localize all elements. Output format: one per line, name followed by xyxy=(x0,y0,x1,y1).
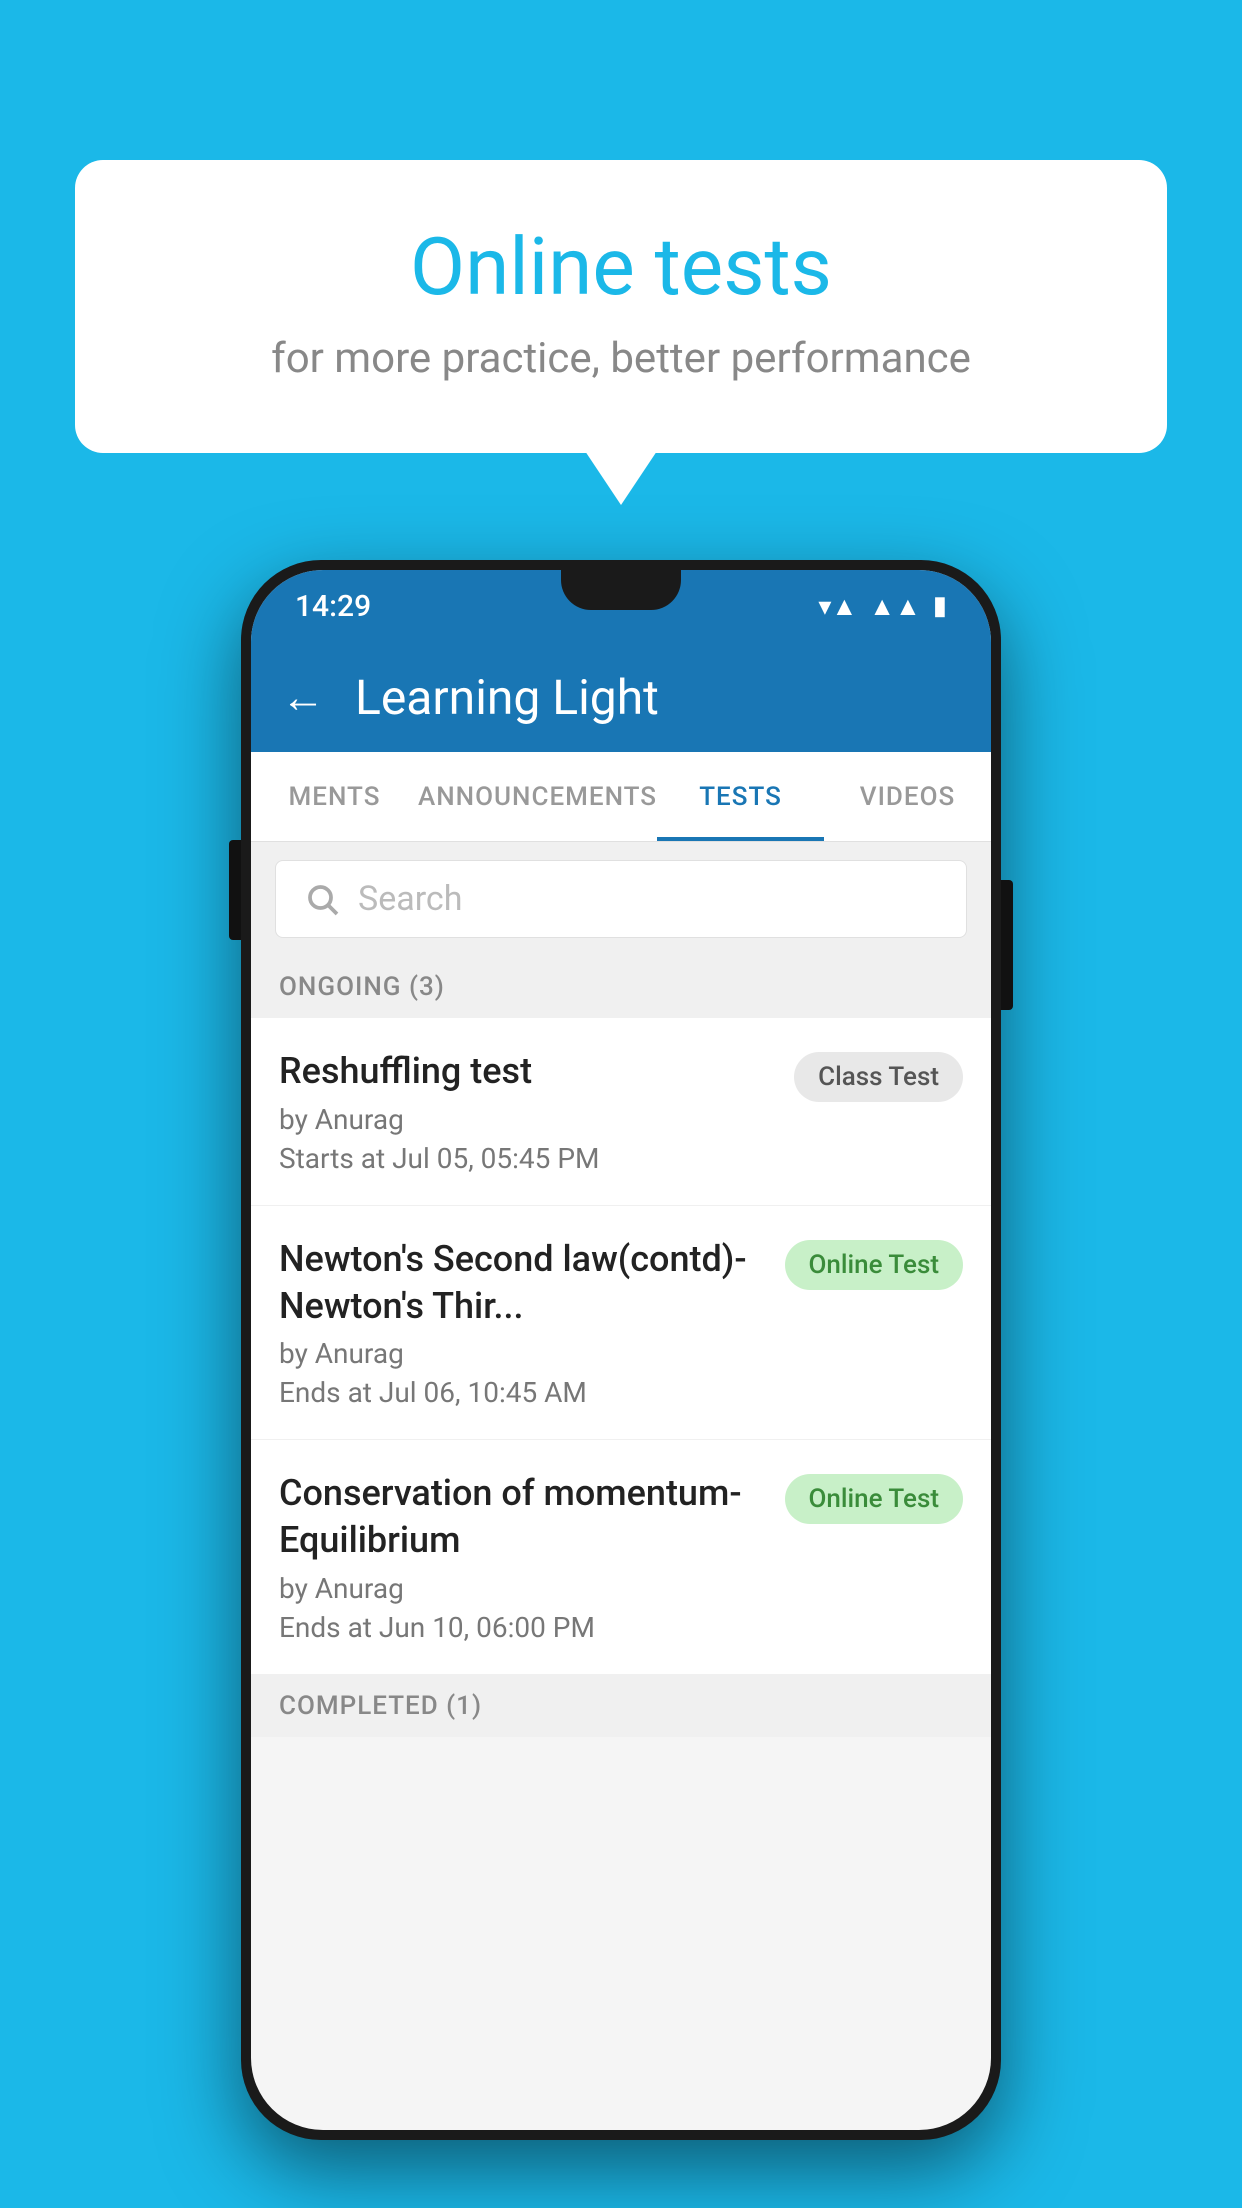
app-bar: ← Learning Light xyxy=(251,642,991,752)
speech-bubble-subtitle: for more practice, better performance xyxy=(155,334,1087,383)
search-icon xyxy=(304,881,340,917)
test-item-2[interactable]: Newton's Second law(contd)-Newton's Thir… xyxy=(251,1206,991,1441)
test-item-1[interactable]: Reshuffling test by Anurag Starts at Jul… xyxy=(251,1018,991,1206)
completed-label: COMPLETED (1) xyxy=(279,1691,482,1721)
ongoing-label: ONGOING (3) xyxy=(279,972,445,1002)
test-item-1-content: Reshuffling test by Anurag Starts at Jul… xyxy=(279,1048,774,1175)
phone-outer: 14:29 ▾▲ ▲▲ ▮ ← Learning Light MENTS ANN… xyxy=(241,560,1001,2140)
tab-tests[interactable]: TESTS xyxy=(657,752,824,841)
test-item-3-badge: Online Test xyxy=(785,1474,964,1524)
status-time: 14:29 xyxy=(295,589,371,624)
app-bar-title: Learning Light xyxy=(355,669,659,726)
search-box[interactable]: Search xyxy=(275,860,967,938)
test-item-1-author: by Anurag xyxy=(279,1103,774,1136)
signal-icon: ▲▲ xyxy=(869,591,920,622)
phone-wrapper: 14:29 ▾▲ ▲▲ ▮ ← Learning Light MENTS ANN… xyxy=(241,560,1001,2140)
test-item-2-date: Ends at Jul 06, 10:45 AM xyxy=(279,1376,765,1409)
test-item-3-content: Conservation of momentum-Equilibrium by … xyxy=(279,1470,765,1644)
search-input[interactable]: Search xyxy=(358,879,462,919)
test-item-3-author: by Anurag xyxy=(279,1572,765,1605)
test-item-2-content: Newton's Second law(contd)-Newton's Thir… xyxy=(279,1236,765,1410)
status-bar: 14:29 ▾▲ ▲▲ ▮ xyxy=(251,570,991,642)
completed-section-header: COMPLETED (1) xyxy=(251,1675,991,1737)
phone-notch xyxy=(561,570,681,610)
test-item-3[interactable]: Conservation of momentum-Equilibrium by … xyxy=(251,1440,991,1675)
test-item-2-badge: Online Test xyxy=(785,1240,964,1290)
speech-bubble: Online tests for more practice, better p… xyxy=(75,160,1167,453)
phone-inner: 14:29 ▾▲ ▲▲ ▮ ← Learning Light MENTS ANN… xyxy=(251,570,991,2130)
test-item-1-title: Reshuffling test xyxy=(279,1048,774,1095)
test-item-3-date: Ends at Jun 10, 06:00 PM xyxy=(279,1611,765,1644)
test-item-2-title: Newton's Second law(contd)-Newton's Thir… xyxy=(279,1236,765,1330)
test-item-1-date: Starts at Jul 05, 05:45 PM xyxy=(279,1142,774,1175)
battery-icon: ▮ xyxy=(933,591,947,621)
wifi-icon: ▾▲ xyxy=(818,591,857,622)
back-button[interactable]: ← xyxy=(281,671,325,723)
tab-videos[interactable]: VIDEOS xyxy=(824,752,991,841)
test-item-1-badge: Class Test xyxy=(794,1052,963,1102)
speech-bubble-title: Online tests xyxy=(155,220,1087,314)
tab-assignments[interactable]: MENTS xyxy=(251,752,418,841)
search-container: Search xyxy=(251,842,991,956)
status-icons: ▾▲ ▲▲ ▮ xyxy=(818,591,947,622)
test-item-2-author: by Anurag xyxy=(279,1337,765,1370)
ongoing-section-header: ONGOING (3) xyxy=(251,956,991,1018)
test-item-3-title: Conservation of momentum-Equilibrium xyxy=(279,1470,765,1564)
tab-announcements[interactable]: ANNOUNCEMENTS xyxy=(418,752,657,841)
tabs-bar: MENTS ANNOUNCEMENTS TESTS VIDEOS xyxy=(251,752,991,842)
